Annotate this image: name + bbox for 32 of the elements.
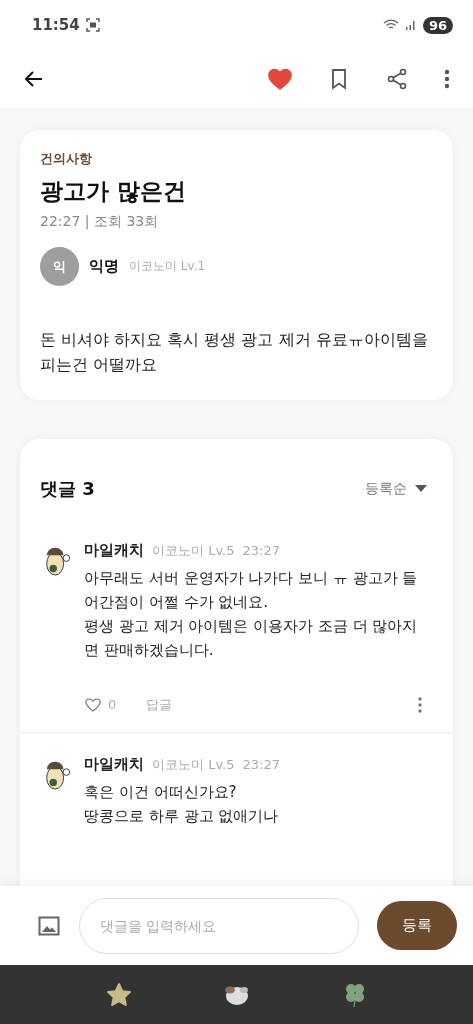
comment-text: 혹은 이건 어떠신가요? 땅콩으로 하루 광고 없애기나 (84, 781, 280, 827)
screenshot-icon (85, 18, 100, 32)
post-body: 돈 비셔야 하지요 혹시 평생 광고 제거 유료ㅠ아이템을 피는건 어떨까요 (40, 329, 429, 376)
heart-icon[interactable] (267, 66, 293, 92)
comment-time: 23:27 (242, 542, 280, 558)
share-icon[interactable] (385, 67, 409, 91)
post-category: 건의사항 (40, 150, 93, 168)
star-icon[interactable] (106, 981, 133, 1008)
more-icon[interactable] (417, 695, 423, 714)
author-avatar: 익 (40, 247, 79, 286)
comment-text: 아무래도 서버 운영자가 나가다 보니 ㅠ 광고가 들어간점이 어쩔 수가 없네요. 평생 광고 제거 아이템은 이용자가 조금 더 많아지면 판매하겠습니다. (84, 567, 419, 661)
author-level: 이코노미 Lv.1 (129, 258, 206, 275)
commenter-name: 마일캐치 (84, 754, 144, 774)
battery-level: 96 (422, 16, 453, 34)
comments-count: 댓글 3 (40, 476, 95, 501)
comment-input[interactable]: 댓글을 입력하세요 (79, 897, 359, 954)
commenter-level: 이코노미 Lv.5 (152, 755, 235, 774)
post-meta: 22:27 | 조회 33회 (40, 213, 160, 231)
more-icon[interactable] (443, 67, 451, 91)
submit-button[interactable]: 등록 (377, 901, 457, 950)
author-name: 익명 (89, 257, 119, 276)
wifi-icon (382, 19, 399, 31)
caret-icon (415, 484, 427, 493)
comment-time: 23:27 (242, 756, 280, 772)
status-time: 11:54 (32, 16, 80, 34)
commenter-name: 마일캐치 (84, 540, 144, 560)
heart-icon[interactable] (84, 695, 102, 714)
sort-dropdown[interactable]: 등록순 (365, 479, 433, 498)
signal-icon (404, 19, 417, 31)
post-title: 광고가 많은건 (40, 177, 187, 206)
commenter-level: 이코노미 Lv.5 (152, 541, 235, 560)
like-count: 0 (108, 697, 117, 713)
